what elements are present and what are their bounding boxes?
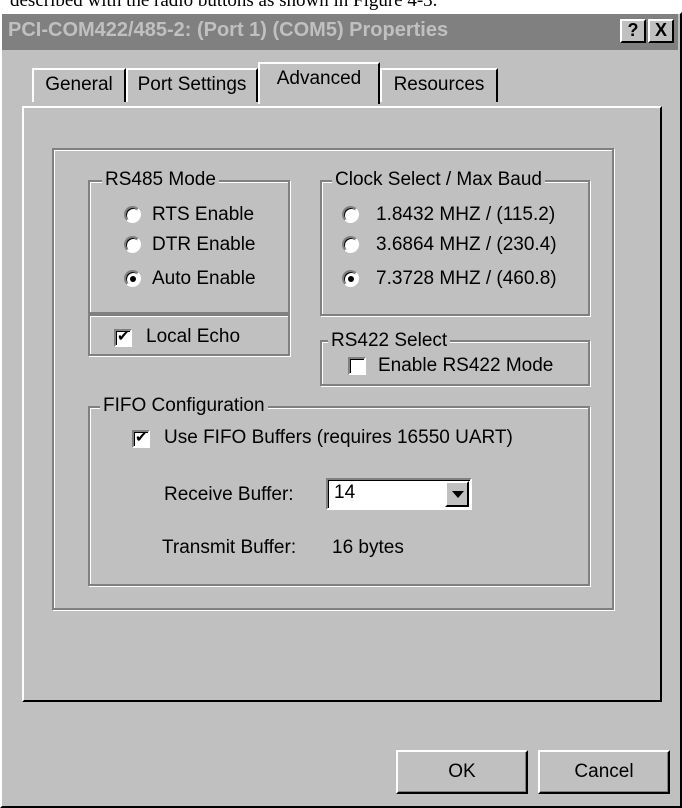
rts-enable-label: RTS Enable xyxy=(152,204,255,225)
dtr-enable-label: DTR Enable xyxy=(152,234,256,255)
fifo-configuration-legend: FIFO Configuration xyxy=(100,394,268,418)
receive-buffer-value: 14 xyxy=(334,482,356,503)
auto-enable-label: Auto Enable xyxy=(152,268,256,289)
clock-select-legend: Clock Select / Max Baud xyxy=(332,168,545,192)
enable-rs422-label: Enable RS422 Mode xyxy=(378,355,554,376)
ok-button[interactable]: OK xyxy=(396,750,528,794)
cancel-button[interactable]: Cancel xyxy=(538,750,670,794)
transmit-buffer-label: Transmit Buffer: xyxy=(162,537,297,558)
panel-content: RS485 Mode RTS Enable DTR Enable Auto En… xyxy=(0,0,682,808)
local-echo-label: Local Echo xyxy=(146,326,241,347)
clock-1-8432-radio[interactable] xyxy=(342,206,359,223)
receive-buffer-select[interactable]: 14 xyxy=(326,478,472,510)
transmit-buffer-value: 16 bytes xyxy=(332,537,404,558)
clock-3-6864-radio[interactable] xyxy=(342,236,359,253)
local-echo-checkbox[interactable] xyxy=(114,327,132,347)
receive-buffer-label: Receive Buffer: xyxy=(164,484,294,505)
rs485-mode-legend: RS485 Mode xyxy=(102,168,219,192)
chevron-down-icon[interactable] xyxy=(445,481,469,507)
rts-enable-radio[interactable] xyxy=(124,206,141,223)
use-fifo-label: Use FIFO Buffers (requires 16550 UART) xyxy=(164,427,513,448)
clock-7-3728-radio[interactable] xyxy=(342,270,359,287)
auto-enable-radio[interactable] xyxy=(124,270,141,287)
use-fifo-checkbox[interactable] xyxy=(132,428,150,448)
clock-3-6864-label: 3.6864 MHZ / (230.4) xyxy=(376,234,557,255)
dtr-enable-radio[interactable] xyxy=(124,236,141,253)
enable-rs422-checkbox[interactable] xyxy=(348,357,366,375)
rs422-select-legend: RS422 Select xyxy=(328,329,451,353)
clock-1-8432-label: 1.8432 MHZ / (115.2) xyxy=(376,204,556,225)
clock-7-3728-label: 7.3728 MHZ / (460.8) xyxy=(376,268,557,289)
